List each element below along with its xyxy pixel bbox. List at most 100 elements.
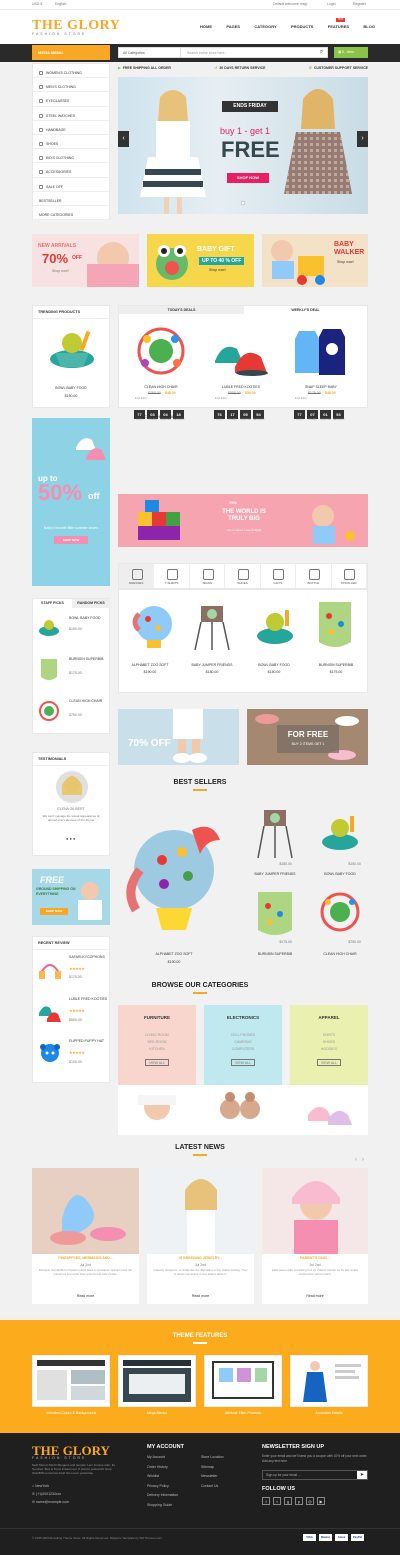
deal-card[interactable]	[205, 321, 277, 383]
bowl-thumb[interactable]	[37, 616, 61, 638]
feature-card[interactable]	[32, 1355, 110, 1407]
deal-card[interactable]	[285, 321, 357, 383]
tab-weekly-deal[interactable]: WEEKLY'S DEAL	[244, 306, 367, 314]
testimonial-dots[interactable]: ● ● ●	[66, 836, 75, 841]
category-card-electronics[interactable]: ELECTRONICS CELL PHONES CAMERAS COMPUTER…	[204, 1005, 282, 1085]
product-name[interactable]: CLEAN HIGH CHAIR	[310, 952, 370, 957]
banner-for-free[interactable]: FOR FREE BUY 2 ITEMS GET 1	[247, 709, 368, 765]
product-name[interactable]: BOWL BABY FOOD	[243, 663, 305, 668]
sidebar-item-shoes[interactable]: SHOES	[33, 135, 109, 150]
sidebar-item-sale[interactable]: SALE OFF	[33, 178, 109, 192]
view-all-button[interactable]: VIEW ALL	[317, 1059, 341, 1066]
tab-dresses[interactable]: DRESSES	[119, 564, 155, 588]
banner-baby-gift[interactable]: BABY GIFT UP TO 40 % OFF Shop now!	[147, 234, 254, 287]
language-select[interactable]: English	[55, 2, 66, 7]
product-name[interactable]: ALPHABET ZOO SOFT	[122, 952, 226, 957]
nav-category[interactable]: CATEGORY	[254, 24, 276, 29]
news-card[interactable]: PINEAPPLES, MERMAIDS AND... Jul 2nd Bout…	[32, 1168, 139, 1304]
news-prev-arrow[interactable]: ‹	[355, 1157, 357, 1163]
banner-free-shipping[interactable]: FREE GROUND SHIPPING ON EVERYTHING SHOP …	[32, 869, 110, 925]
category-card-furniture[interactable]: FURNITURE LIVING ROOM BED ROOM KITCHEN V…	[118, 1005, 196, 1085]
news-card[interactable]: IS BREEDING JEWELRY... Jul 2nd Imaestry …	[147, 1168, 254, 1304]
nav-products[interactable]: PRODUCTS	[291, 24, 313, 29]
banner-world-is-big[interactable]: 70% THE WORLD IS TRULY BIG Life is Never…	[118, 494, 368, 547]
bib-thumb[interactable]	[37, 657, 61, 683]
currency-select[interactable]: USD $	[32, 2, 42, 7]
feature-card[interactable]	[204, 1355, 282, 1407]
shoes-thumb[interactable]	[37, 999, 63, 1023]
product-name[interactable]: BABY JUMPER FRIENDS	[244, 872, 306, 877]
elephant-product-image[interactable]	[125, 596, 183, 656]
news-card[interactable]: PARENT'S GUID... Jul 2nd Adde raises aft…	[262, 1168, 368, 1304]
nav-features[interactable]: FEATURES	[328, 24, 349, 29]
slider-prev-arrow[interactable]: ‹	[118, 131, 129, 147]
tab-shoes[interactable]: SHOES	[225, 564, 261, 588]
headphones-thumb[interactable]	[37, 957, 63, 981]
tab-stroller[interactable]: STROLLER	[332, 564, 367, 588]
news-next-arrow[interactable]: ›	[362, 1157, 364, 1163]
pinterest-icon[interactable]: p	[295, 1497, 303, 1505]
tab-jeans[interactable]: JEANS	[190, 564, 226, 588]
deal-name[interactable]: CLEAN HIGH CHAIR	[125, 385, 197, 390]
twitter-icon[interactable]: t	[273, 1497, 281, 1505]
hat-thumb[interactable]	[37, 1041, 63, 1065]
sidebar-item-bestseller[interactable]: BESTSELLER	[33, 192, 109, 206]
tab-gifts[interactable]: GIFTS	[261, 564, 297, 588]
jumper-thumb[interactable]	[250, 804, 302, 862]
sidebar-item-mens[interactable]: MEN'S CLOTHING	[33, 78, 109, 93]
deal-name[interactable]: SNAP SLEEP BABY	[285, 385, 357, 390]
sidebar-item-kids[interactable]: KID'S CLOTHING	[33, 149, 109, 164]
tab-todays-deals[interactable]: TODAY'S DEALS	[119, 306, 244, 314]
banner-50-off[interactable]: up to 50% off Baby's favorite little sum…	[32, 418, 110, 586]
jumper-product-image[interactable]	[187, 596, 239, 656]
high-chair-thumb[interactable]	[314, 888, 366, 940]
facebook-icon[interactable]: f	[262, 1497, 270, 1505]
slider-next-arrow[interactable]: ›	[357, 131, 368, 147]
bib-product-image[interactable]	[309, 596, 361, 656]
send-icon[interactable]: ➤	[357, 1471, 367, 1479]
read-more-link[interactable]: Read more	[262, 1294, 368, 1299]
footer-email[interactable]: ✉ name@example.com	[32, 1500, 69, 1504]
bib-thumb[interactable]	[250, 888, 302, 940]
tab-tshirts[interactable]: T-SHIRTS	[154, 564, 190, 588]
category-card-apparel[interactable]: APPAREL SHIRTS SHOES HOODIES VIEW ALL	[290, 1005, 368, 1085]
deal-name[interactable]: LUBLE FRED KOOTIES	[205, 385, 277, 390]
banner-70-off[interactable]: 70% OFF	[118, 709, 239, 765]
product-name[interactable]: BURNSIN SUPERBIB	[244, 952, 306, 957]
slider-shop-now-button[interactable]: SHOP NOW	[227, 173, 269, 183]
search-icon[interactable]: ⌕	[316, 48, 327, 57]
tab-random-picks[interactable]: RANDOM PICKS	[72, 599, 110, 608]
chair-thumb[interactable]	[37, 699, 61, 723]
bowl-product-image[interactable]	[43, 321, 101, 376]
mega-menu-button[interactable]: MEGA MENU	[32, 45, 110, 60]
tab-bottle[interactable]: BOTTLE	[296, 564, 332, 588]
newsletter-email-input[interactable]: Sign up for your email ...	[266, 1473, 301, 1477]
sidebar-item-accessories[interactable]: ACCESSORIES	[33, 163, 109, 178]
tab-staff-picks[interactable]: STAFF PICKS	[33, 599, 72, 608]
nav-home[interactable]: HOME	[200, 24, 212, 29]
view-all-button[interactable]: VIEW ALL	[145, 1059, 169, 1066]
elephant-big-image[interactable]	[122, 810, 226, 945]
search-category-select[interactable]: All Categories	[119, 48, 181, 57]
banner-baby-walker[interactable]: BABY WALKER Shop now!	[262, 234, 368, 287]
banner-new-arrivals[interactable]: NEW ARRIVALS 70% OFF Shop now!	[32, 234, 139, 287]
google-plus-icon[interactable]: g	[284, 1497, 292, 1505]
view-all-button[interactable]: VIEW ALL	[231, 1059, 255, 1066]
product-name[interactable]: BOWL BABY FOOD	[310, 872, 370, 877]
banner-shop-now-button[interactable]: SHOP NOW	[54, 536, 88, 544]
cart-button[interactable]: ▣ 0 - item	[334, 47, 368, 58]
nav-pages[interactable]: PAGES	[226, 24, 240, 29]
nav-blog[interactable]: BLOG	[363, 24, 375, 29]
product-name[interactable]: BURNSIN SUPERBIB	[305, 663, 367, 668]
product-name[interactable]: ALPHABET ZOO SOFT	[119, 663, 181, 668]
sidebar-item-more[interactable]: MORE CATEGORIES	[33, 206, 109, 221]
feature-card[interactable]	[290, 1355, 368, 1407]
feature-card[interactable]	[118, 1355, 196, 1407]
read-more-link[interactable]: Read more	[32, 1294, 139, 1299]
register-link[interactable]: Register	[353, 2, 366, 7]
sidebar-item-handbage[interactable]: HANDBAGE	[33, 121, 109, 135]
youtube-icon[interactable]: ▶	[317, 1497, 325, 1505]
sidebar-item-eyeglasses[interactable]: EYEGLASSES	[33, 92, 109, 107]
product-name[interactable]: BABY JUMPER FRIENDS	[181, 663, 243, 668]
read-more-link[interactable]: Read more	[147, 1294, 254, 1299]
